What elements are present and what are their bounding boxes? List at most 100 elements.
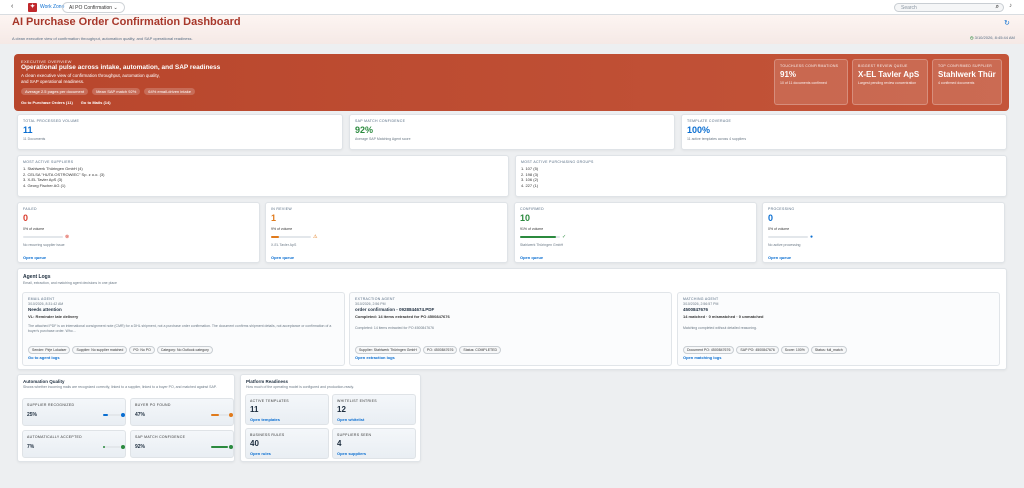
workspace-link[interactable]: Work Zone [40, 4, 64, 10]
agent-log-title: order confirmation - 0928844674.PDF [355, 307, 435, 312]
tile-status-dot [229, 445, 233, 449]
refresh-icon[interactable]: ↻ [1004, 19, 1010, 27]
open-queue-link[interactable]: Open queue [271, 255, 294, 260]
status-label: FAILED [23, 207, 37, 211]
agent-date: 3/10/2026, 8:31:42 AM [28, 302, 64, 306]
hero-chips: Average 2.5 pages per document Mean SAP … [21, 88, 195, 95]
platform-tile: SUPPLIERS SEEN 4 Open suppliers [332, 428, 416, 459]
tile-value: 4 [337, 439, 342, 448]
page-subtitle: A clean executive view of confirmation t… [12, 36, 193, 41]
hero-links: Go to Purchase Orders (11) Go to Mails (… [21, 100, 111, 105]
hero-heading: Operational pulse across intake, automat… [21, 64, 221, 71]
section-title: Automation Quality [23, 379, 65, 384]
hero-card-value: 91% [780, 70, 797, 79]
open-queue-link[interactable]: Open queue [768, 255, 791, 260]
page-title: AI Purchase Order Confirmation Dashboard [12, 16, 241, 28]
agent-log-link[interactable]: Open extraction logs [355, 355, 395, 360]
agent-log-link[interactable]: Go to agent logs [28, 355, 60, 360]
info-pill: Status: full_match [810, 346, 847, 354]
agent-log-body: Completed: 14 items extracted for PO 450… [355, 326, 434, 330]
volume-progress-bar [768, 236, 808, 238]
tile-link[interactable]: Open whitelist [337, 417, 364, 422]
chevron-down-icon: ⌄ [113, 5, 118, 11]
agent-log-pills: Supplier: Stahlwerk Thüringen GmbH PO: 45… [355, 346, 503, 354]
hero-card-label: BIGGEST REVIEW QUEUE [858, 64, 908, 68]
status-card-confirmed: CONFIRMED 10 91% of volume ✓ Stahlwerk Thüri… [514, 202, 757, 263]
platform-tile: WHITELIST ENTRIES 12 Open whitelist [332, 394, 416, 425]
status-percent: 91% of volume [520, 227, 544, 231]
back-icon[interactable]: ‹ [11, 3, 13, 10]
error-icon: ⊗ [65, 234, 70, 240]
agent-log-title: Needs attention [28, 307, 62, 312]
info-pill: Category: No Outlook category [156, 346, 213, 354]
status-sub: No active processing [768, 243, 801, 247]
tile-value: 47% [135, 412, 146, 418]
agent-log-body: The attached PDF is an international con… [28, 324, 332, 333]
tile-progress-fill [211, 414, 220, 416]
status-value: 1 [271, 213, 277, 223]
agent-date: 3/10/2026, 2:56 PM [355, 302, 386, 306]
go-to-mails-link[interactable]: Go to Mails (14) [81, 100, 111, 105]
tile-label: BUSINESS RULES [250, 433, 285, 437]
agent-log-subtitle: VL: Reminder late delivery [28, 314, 79, 319]
kpi-label: TOTAL PROCESSED VOLUME [23, 119, 80, 123]
go-to-purchase-orders-link[interactable]: Go to Purchase Orders (11) [21, 100, 73, 105]
search-icon[interactable]: ⌕ [996, 4, 999, 11]
tile-label: SUPPLIERS SEEN [337, 433, 372, 437]
success-icon: ✓ [562, 234, 567, 240]
status-label: IN REVIEW [271, 207, 292, 211]
tile-progress-bar [211, 414, 229, 416]
status-label: PROCESSING [768, 207, 795, 211]
company-logo[interactable]: ✦ [28, 3, 37, 12]
info-pill: Supplier: Stahlwerk Thüringen GmbH [355, 346, 421, 354]
tile-value: 7% [27, 444, 35, 450]
clock-icon: ◷ [970, 35, 974, 40]
agent-label: EXTRACTION AGENT [355, 297, 396, 301]
open-queue-link[interactable]: Open queue [23, 255, 46, 260]
section-subtitle: Email, extraction, and matching agent de… [23, 281, 117, 285]
kpi-label: TEMPLATE COVERAGE [687, 119, 732, 123]
kpi-template-coverage: TEMPLATE COVERAGE 100% 11 active templat… [681, 114, 1007, 150]
hero-card-value: Stahlwerk Thüringen … [938, 70, 996, 79]
tile-link[interactable]: Open templates [250, 417, 280, 422]
hero-chip: Mean SAP match 92% [92, 88, 141, 95]
list-item: 4. Georg Fischer AG (1) [23, 182, 66, 188]
executive-overview-banner: EXECUTIVE OVERVIEW Operational pulse acr… [14, 54, 1009, 111]
touchless-confirmations-card: TOUCHLESS CONFIRMATIONS 91% 10 of 11 doc… [774, 59, 848, 105]
tile-label: WHITELIST ENTRIES [337, 399, 377, 403]
status-value: 0 [768, 213, 774, 223]
tile-label: BUYER PO FOUND [135, 403, 171, 407]
tile-label: SAP MATCH CONFIDENCE [135, 435, 186, 439]
notification-icon[interactable]: ♪ [1009, 3, 1012, 9]
status-value: 10 [520, 213, 531, 223]
agent-log-link[interactable]: Open matching logs [683, 355, 721, 360]
top-confirmed-supplier-card: TOP CONFIRMED SUPPLIER Stahlwerk Thüring… [932, 59, 1002, 105]
section-subtitle: How much of the operating model is confi… [246, 385, 354, 389]
info-pill: PO: 4500847676 [422, 346, 458, 354]
agent-date: 3/10/2026, 2:56:57 PM [683, 302, 719, 306]
info-pill: Status: COMPLETED [459, 346, 502, 354]
search-field[interactable]: Search ⌕ [894, 3, 1004, 12]
hero-card-label: TOP CONFIRMED SUPPLIER [938, 64, 993, 68]
hero-card-sub: 4 confirmed documents [938, 81, 975, 85]
open-queue-link[interactable]: Open queue [520, 255, 543, 260]
hero-chip: 64% email-driven intake [144, 88, 195, 95]
automation-quality-section: Automation Quality Shows whether incomin… [17, 374, 235, 462]
agent-log-body: Matching completed without detailed reas… [683, 326, 757, 330]
list-label: MOST ACTIVE SUPPLIERS [23, 160, 74, 164]
volume-progress-bar [23, 236, 63, 238]
tile-label: ACTIVE TEMPLATES [250, 399, 289, 403]
app-menu-button[interactable]: AI PO Confirmation ⌄ [62, 2, 125, 13]
agent-logs-section: Agent Logs Email, extraction, and matchi… [17, 268, 1007, 370]
kpi-label: SAP MATCH CONFIDENCE [355, 119, 406, 123]
agent-log-subtitle: Completed: 14 items extracted for PO 450… [355, 314, 450, 319]
tile-link[interactable]: Open suppliers [337, 451, 366, 456]
info-pill: Sender: Pirje Lokaiser [28, 346, 71, 354]
hero-card-sub: 10 of 11 documents confirmed [780, 81, 827, 85]
tile-value: 25% [27, 412, 38, 418]
warning-icon: ⚠ [313, 234, 318, 240]
tile-progress-bar [211, 446, 229, 448]
status-label: CONFIRMED [520, 207, 544, 211]
tile-link[interactable]: Open rules [250, 451, 271, 456]
tile-value: 11 [250, 405, 259, 414]
